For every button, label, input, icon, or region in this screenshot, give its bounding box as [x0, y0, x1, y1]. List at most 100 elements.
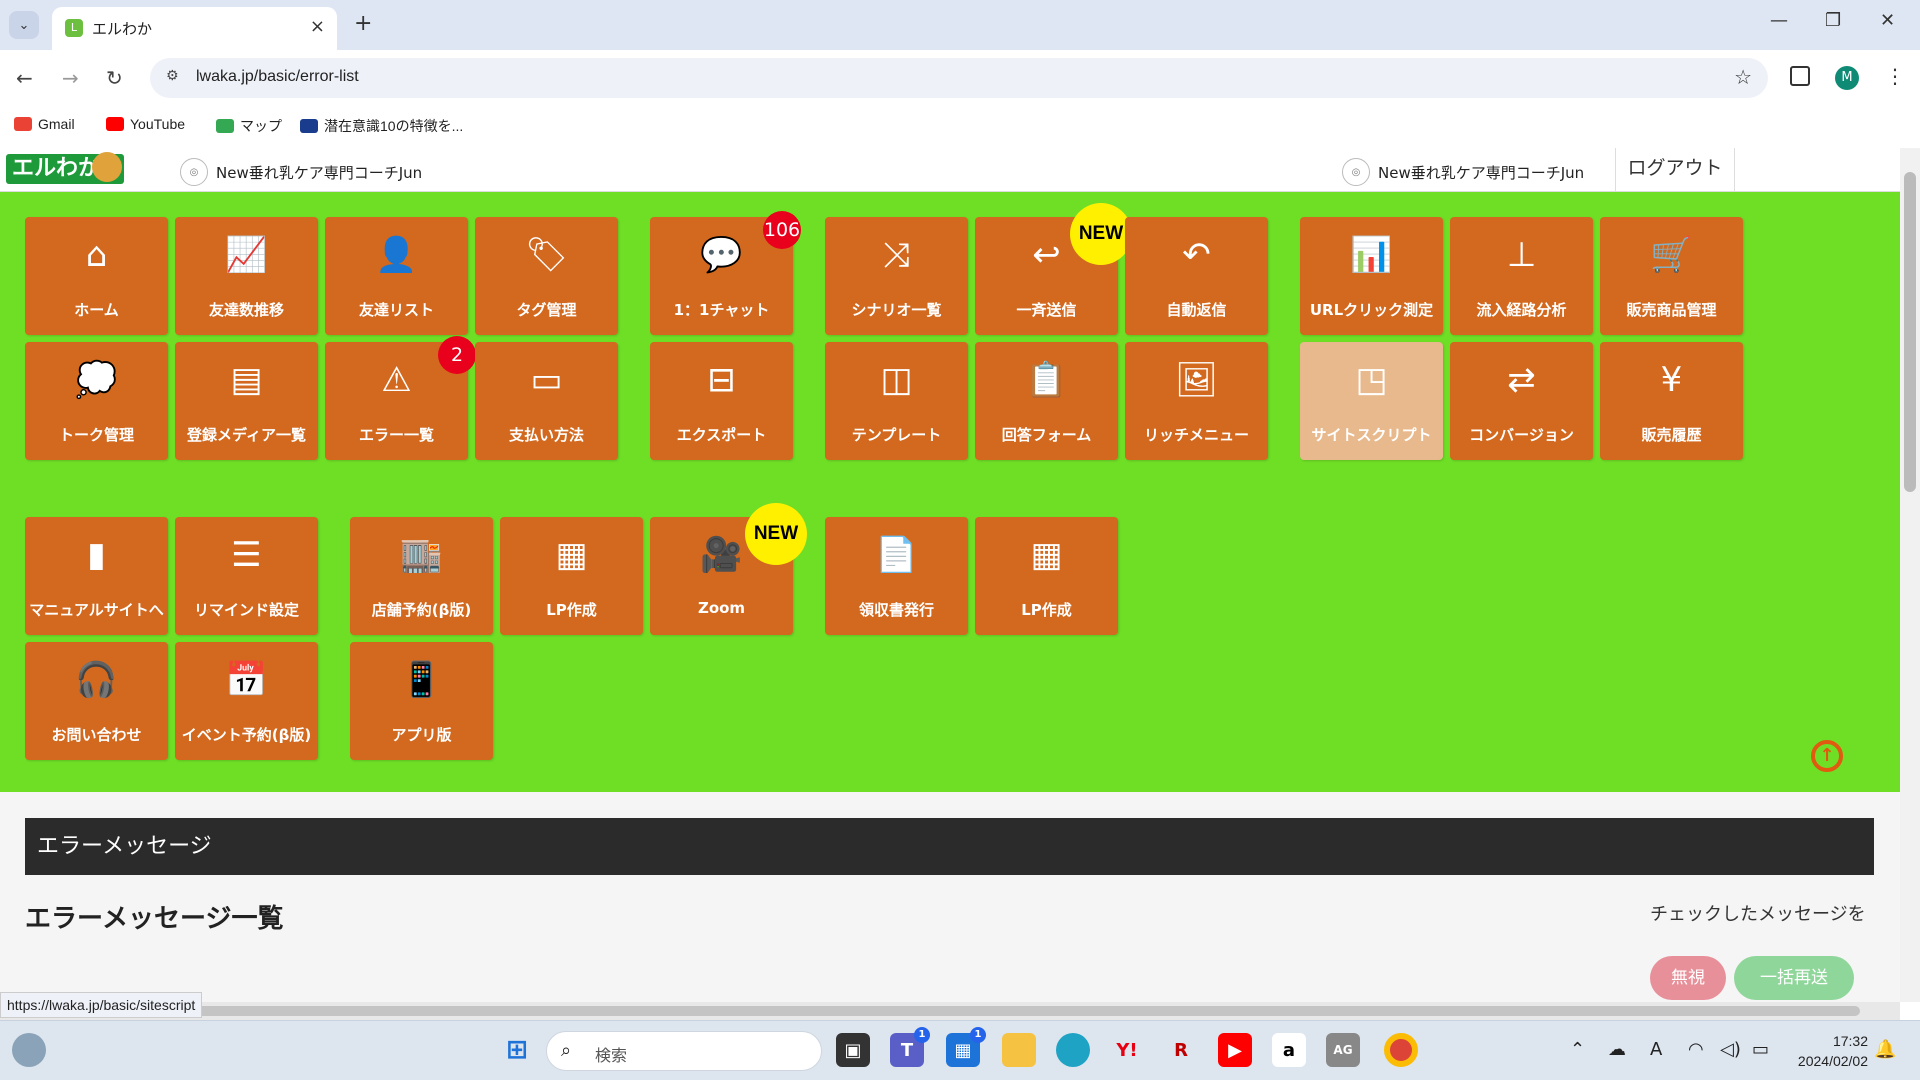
- bookmark-article[interactable]: 潜在意識10の特徴を...: [300, 116, 463, 136]
- store-icon: 🏬: [400, 535, 443, 575]
- battery-icon[interactable]: ▭: [1752, 1039, 1769, 1060]
- url-text[interactable]: lwaka.jp/basic/error-list: [196, 68, 359, 86]
- scroll-thumb[interactable]: [1904, 172, 1916, 492]
- menu-tile[interactable]: 🛒 販売商品管理: [1600, 217, 1743, 335]
- close-tab-icon[interactable]: ×: [310, 16, 325, 37]
- menu-tile[interactable]: ↩ 一斉送信 NEW: [975, 203, 1132, 335]
- start-icon[interactable]: ⊞: [500, 1033, 534, 1067]
- bookmark-youtube[interactable]: YouTube: [106, 116, 185, 132]
- menu-tile[interactable]: ▤ 登録メディア一覧: [175, 342, 318, 460]
- menu-tile-label: リマインド設定: [193, 601, 299, 619]
- search-icon: ⌕: [561, 1040, 572, 1061]
- wifi-icon[interactable]: ◠: [1688, 1039, 1704, 1060]
- task-view-icon[interactable]: ▣: [836, 1033, 870, 1067]
- forward-icon[interactable]: →: [62, 66, 79, 90]
- profile-avatar[interactable]: M: [1835, 66, 1859, 90]
- menu-tile[interactable]: ◳ サイトスクリプト: [1300, 342, 1443, 460]
- scroll-top-icon[interactable]: ↑: [1811, 740, 1843, 772]
- account-right[interactable]: ◎ New垂れ乳ケア専門コーチJun: [1342, 158, 1584, 186]
- menu-tile[interactable]: ▮ マニュアルサイトへ: [25, 517, 168, 635]
- amazon-icon[interactable]: a: [1272, 1033, 1306, 1067]
- menu-tile[interactable]: 🏬 店舗予約(β版): [350, 517, 493, 635]
- teams-icon[interactable]: T1: [890, 1027, 930, 1067]
- restore-icon[interactable]: ❐: [1825, 10, 1841, 31]
- window-close-icon[interactable]: ✕: [1880, 10, 1895, 31]
- minimize-icon[interactable]: —: [1770, 10, 1788, 31]
- browser-menu-icon[interactable]: ⋮: [1885, 64, 1905, 88]
- menu-tile[interactable]: ▦ LP作成: [500, 517, 643, 635]
- menu-tile[interactable]: 🏷 タグ管理: [475, 217, 618, 335]
- browser-tab[interactable]: L エルわか ×: [52, 7, 337, 50]
- menu-tile[interactable]: 📱 アプリ版: [350, 642, 493, 760]
- search-placeholder: 検索: [595, 1046, 628, 1065]
- bookmark-star-icon[interactable]: ☆: [1734, 65, 1752, 89]
- menu-tile[interactable]: 📅 イベント予約(β版): [175, 642, 318, 760]
- menu-tile[interactable]: ⊟ エクスポート: [650, 342, 793, 460]
- edge-icon[interactable]: [1056, 1033, 1090, 1067]
- ag-app-icon[interactable]: AG: [1326, 1033, 1360, 1067]
- menu-tile[interactable]: 🖼 リッチメニュー: [1125, 342, 1268, 460]
- volume-icon[interactable]: ◁): [1720, 1039, 1741, 1060]
- scroll-thumb[interactable]: [180, 1006, 1860, 1016]
- menu-tile[interactable]: ⊥ 流入経路分析: [1450, 217, 1593, 335]
- vertical-scrollbar[interactable]: [1900, 148, 1920, 1002]
- resend-all-button[interactable]: 一括再送: [1734, 956, 1854, 1000]
- menu-tile[interactable]: ¥ 販売履歴: [1600, 342, 1743, 460]
- menu-tile[interactable]: ☰ リマインド設定: [175, 517, 318, 635]
- file-explorer-icon[interactable]: [1002, 1033, 1036, 1067]
- menu-tile-label: LP作成: [546, 601, 597, 619]
- menu-tile[interactable]: 💬 1：1チャット 106: [650, 211, 801, 335]
- taskbar-search[interactable]: ⌕ 検索: [546, 1031, 822, 1071]
- webpage-icon: ▦: [1030, 535, 1063, 575]
- bookmark-label: YouTube: [130, 116, 186, 132]
- tray-expand-icon[interactable]: ⌃: [1570, 1039, 1585, 1060]
- mascot-icon: [92, 152, 122, 182]
- menu-tile-label: タグ管理: [516, 301, 577, 319]
- menu-tile[interactable]: ⇄ コンバージョン: [1450, 342, 1593, 460]
- menu-tile-label: 友達リスト: [358, 301, 434, 319]
- menu-tile[interactable]: 💭 トーク管理: [25, 342, 168, 460]
- ime-icon[interactable]: A: [1650, 1039, 1662, 1060]
- menu-tile[interactable]: ↶ 自動返信: [1125, 217, 1268, 335]
- menu-tile[interactable]: ▭ 支払い方法: [475, 342, 618, 460]
- menu-tile[interactable]: 📈 友達数推移: [175, 217, 318, 335]
- weather-icon[interactable]: [12, 1033, 46, 1067]
- bookmark-gmail[interactable]: Gmail: [14, 116, 75, 132]
- account-left[interactable]: ◎ New垂れ乳ケア専門コーチJun: [180, 158, 422, 186]
- notification-bell-icon[interactable]: 🔔: [1874, 1039, 1896, 1060]
- menu-tile[interactable]: 📄 領収書発行: [825, 517, 968, 635]
- store-icon[interactable]: ▦ 1: [946, 1027, 986, 1067]
- menu-tile[interactable]: ⚠ エラー一覧 2: [325, 336, 476, 460]
- new-tab-icon[interactable]: +: [354, 11, 372, 36]
- menu-tile[interactable]: 🎧 お問い合わせ: [25, 642, 168, 760]
- new-badge: NEW: [1070, 203, 1132, 265]
- youtube-app-icon[interactable]: ▶: [1218, 1033, 1252, 1067]
- menu-tile-label: Zoom: [697, 599, 746, 617]
- reload-icon[interactable]: ↻: [106, 66, 123, 90]
- menu-tile[interactable]: 📊 URLクリック測定: [1300, 217, 1443, 335]
- tab-search-button[interactable]: ⌄: [9, 11, 39, 39]
- logout-button[interactable]: ログアウト: [1615, 148, 1735, 192]
- clock[interactable]: 17:32 2024/02/02: [1784, 1031, 1868, 1071]
- ignore-button[interactable]: 無視: [1650, 956, 1726, 1000]
- side-panel-icon[interactable]: [1790, 66, 1810, 86]
- menu-grid: ↑ ⌂ ホーム 📈 友達数推移 👤 友達リスト 🏷 タグ管理 💬 1：1チャット 106 ⤨ シナリオ一…: [0, 192, 1900, 792]
- menu-tile-label: 領収書発行: [858, 601, 934, 619]
- chrome-icon[interactable]: [1384, 1033, 1418, 1067]
- menu-tile[interactable]: 👤 友達リスト: [325, 217, 468, 335]
- bookmark-maps[interactable]: マップ: [216, 116, 282, 136]
- onedrive-icon[interactable]: ☁: [1608, 1039, 1626, 1060]
- back-icon[interactable]: ←: [16, 66, 33, 90]
- address-bar[interactable]: ⚙ lwaka.jp/basic/error-list ☆: [150, 58, 1768, 98]
- menu-tile[interactable]: ⌂ ホーム: [25, 217, 168, 335]
- horizontal-scrollbar[interactable]: [0, 1002, 1900, 1020]
- yahoo-icon[interactable]: Y!: [1110, 1033, 1144, 1067]
- menu-tile[interactable]: ▦ LP作成: [975, 517, 1118, 635]
- menu-tile[interactable]: 📋 回答フォーム: [975, 342, 1118, 460]
- rakuten-icon[interactable]: R: [1164, 1033, 1198, 1067]
- menu-tile[interactable]: 🎥 Zoom NEW: [650, 503, 807, 635]
- site-info-icon[interactable]: ⚙: [166, 68, 179, 84]
- menu-tile[interactable]: ⤨ シナリオ一覧: [825, 217, 968, 335]
- book-icon: ▮: [87, 535, 106, 575]
- menu-tile[interactable]: ◫ テンプレート: [825, 342, 968, 460]
